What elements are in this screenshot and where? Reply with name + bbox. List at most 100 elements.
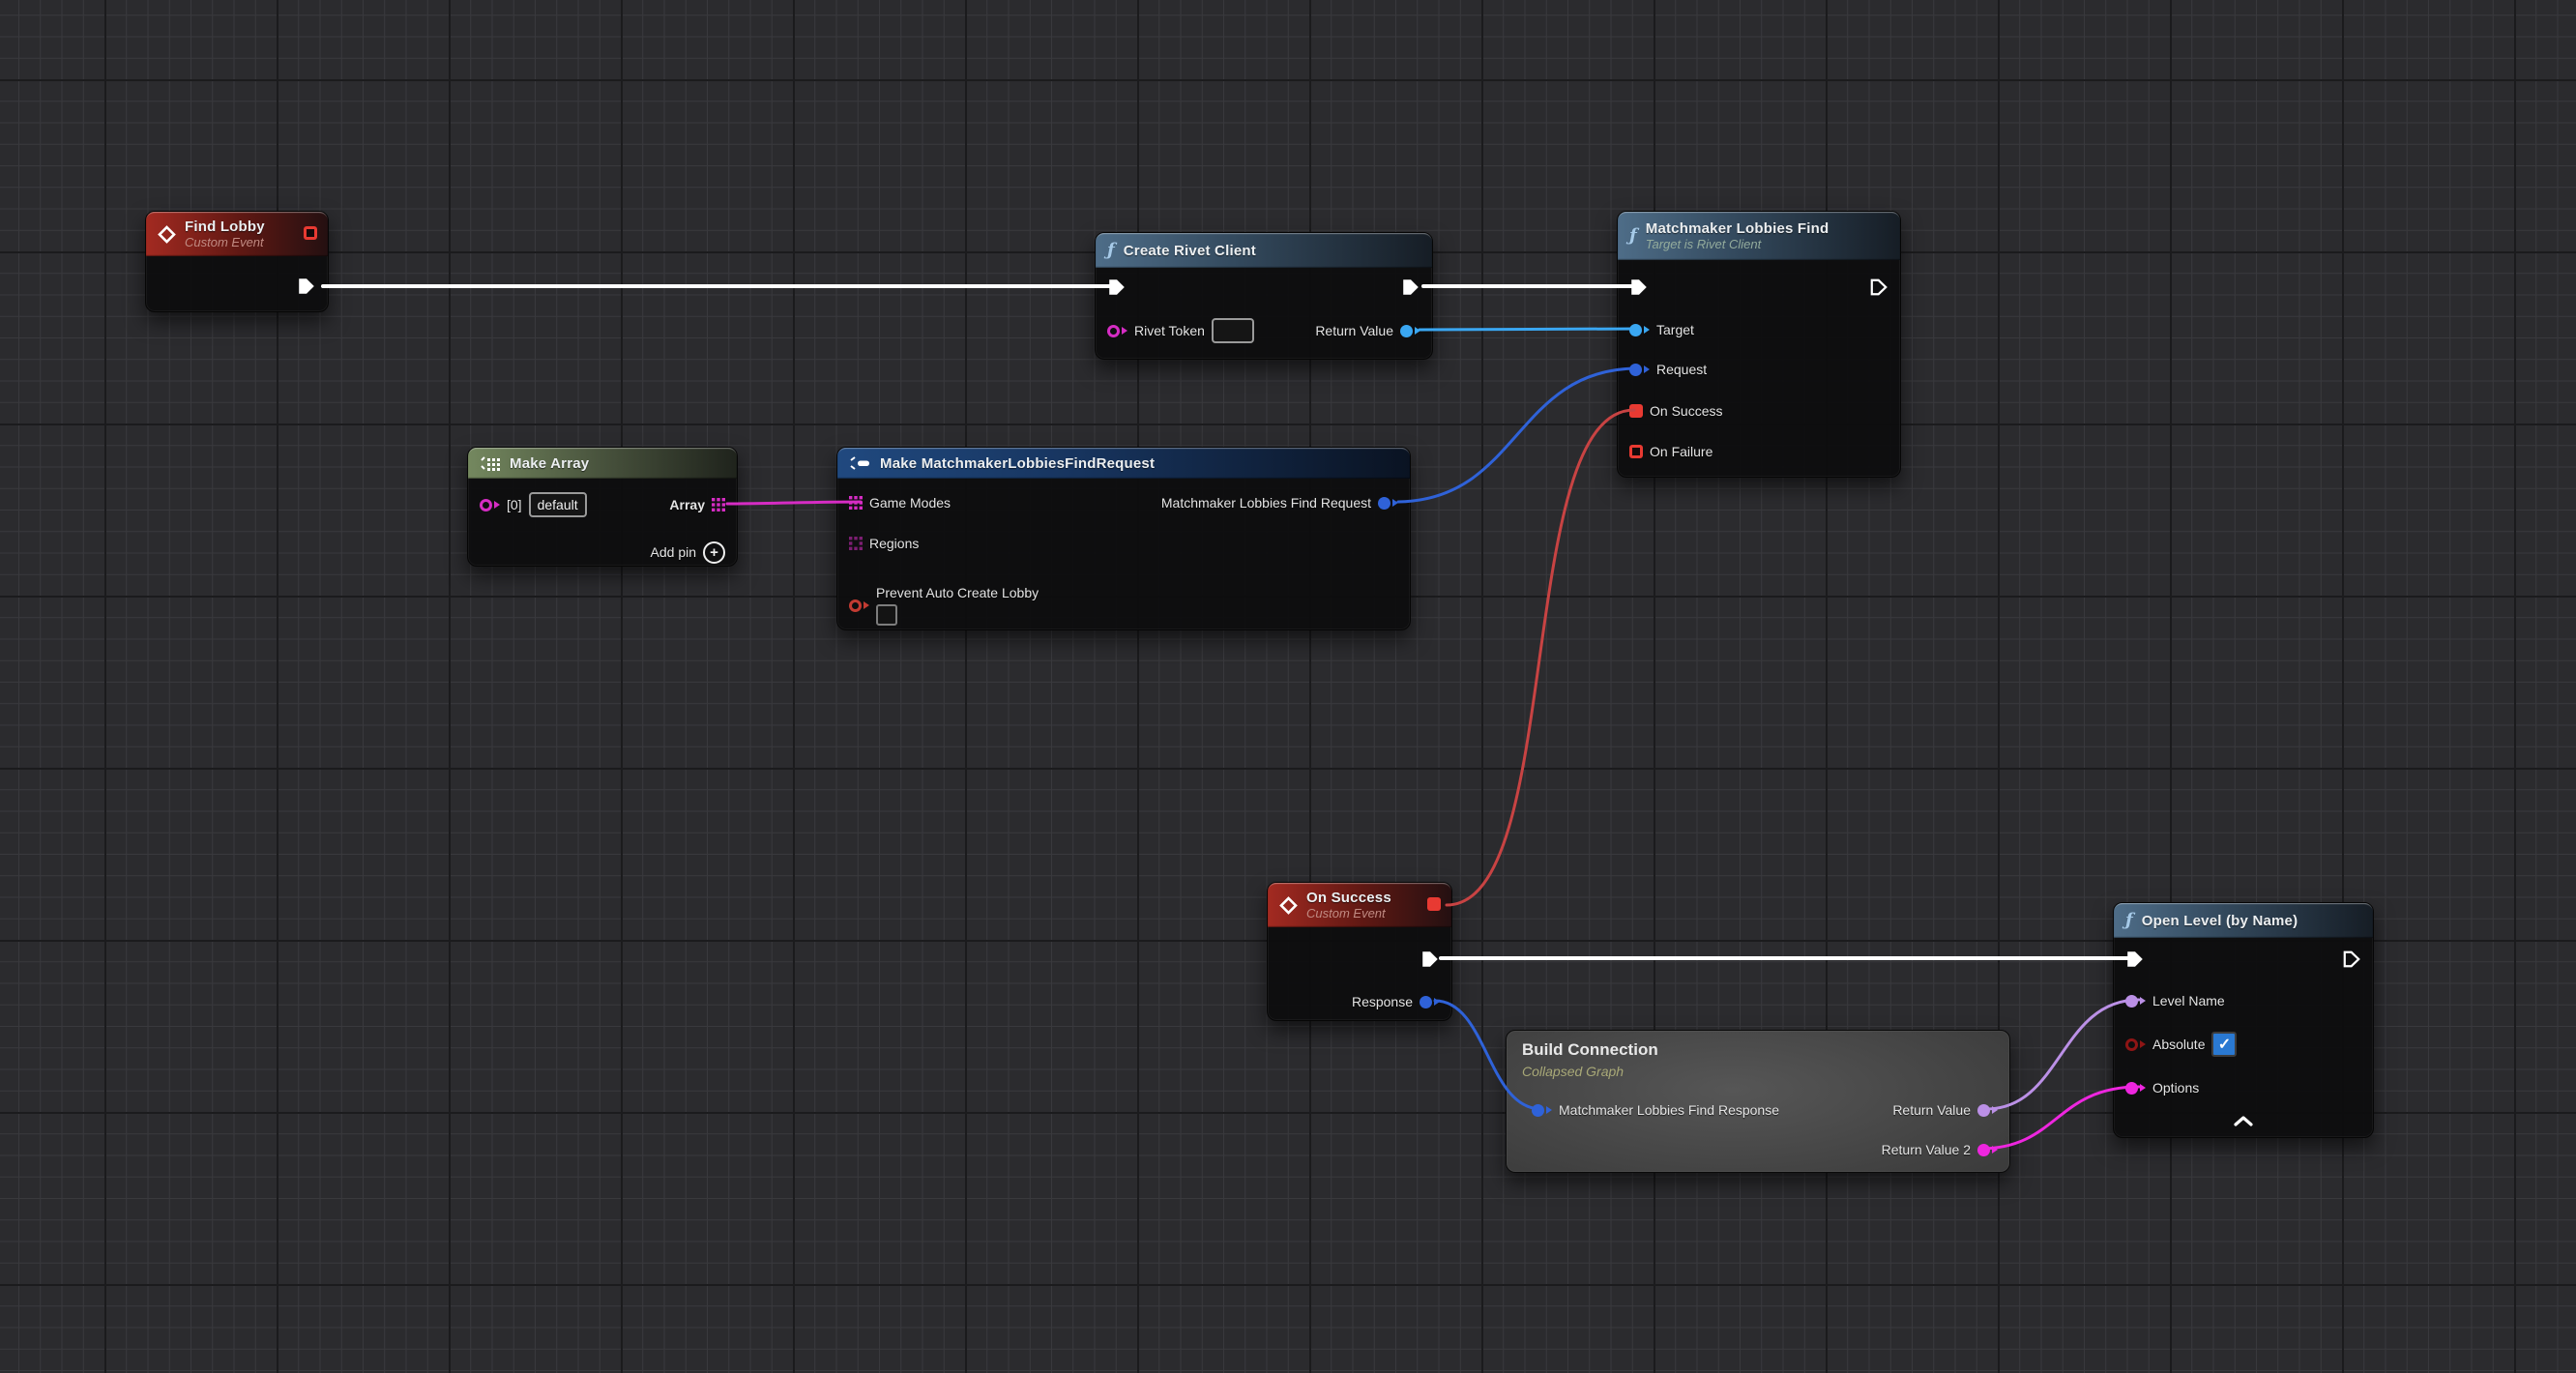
find-request-out-pin[interactable]: [1378, 497, 1398, 510]
custom-event-icon: [1279, 896, 1298, 915]
exec-in-row: [1107, 273, 1127, 302]
exec-out-row: [2342, 945, 2361, 974]
pin-row-level-name: Level Name: [2125, 986, 2225, 1015]
node-matchmaker-lobbies-find[interactable]: ƒ Matchmaker Lobbies Find Target is Rive…: [1617, 211, 1901, 478]
pin-label: Prevent Auto Create Lobby: [876, 585, 1039, 600]
exec-in-pin[interactable]: [1107, 278, 1127, 297]
target-pin[interactable]: [1629, 324, 1650, 336]
exec-out-pin[interactable]: [297, 277, 316, 296]
node-create-rivet-client[interactable]: ƒ Create Rivet Client Rivet Token Return…: [1095, 232, 1433, 360]
pin-label: Array: [669, 497, 705, 512]
node-title: Find Lobby: [185, 219, 265, 235]
node-title: Build Connection: [1522, 1040, 1658, 1060]
pin-label: Regions: [869, 536, 919, 551]
exec-in-row: [2125, 945, 2145, 974]
pin-label: Return Value: [1315, 323, 1393, 338]
node-build-connection[interactable]: Build Connection Collapsed Graph Matchma…: [1506, 1030, 2010, 1173]
pin-row-options: Options: [2125, 1073, 2199, 1102]
array-out-pin[interactable]: [712, 498, 725, 511]
pin-label: Request: [1656, 362, 1707, 377]
return-value-pin[interactable]: [1977, 1104, 1998, 1117]
return-value-2-pin[interactable]: [1977, 1144, 1998, 1156]
wire-delegate-to-onsuccess: [1447, 410, 1634, 905]
exec-out-row: [1420, 945, 1440, 974]
absolute-checkbox[interactable]: ✓: [2211, 1032, 2237, 1057]
node-title: On Success: [1306, 890, 1391, 906]
pin-label: Absolute: [2152, 1037, 2205, 1052]
pin-row-return-value: Return Value: [1892, 1095, 1998, 1125]
pin-label: [0]: [507, 497, 522, 512]
level-name-pin[interactable]: [2125, 995, 2146, 1008]
exec-out-pin[interactable]: [1420, 949, 1440, 969]
add-pin-row: Add pin +: [651, 538, 725, 567]
node-make-array[interactable]: Make Array [0] default Array Add pin +: [467, 447, 738, 567]
pin-row-return-value-2: Return Value 2: [1882, 1135, 1998, 1164]
prevent-auto-create-lobby-checkbox[interactable]: [876, 604, 897, 626]
exec-in-pin[interactable]: [2125, 949, 2145, 969]
regions-pin[interactable]: [849, 537, 863, 550]
custom-event-icon: [158, 225, 176, 244]
pin-row-on-failure: On Failure: [1629, 437, 1712, 466]
on-failure-pin[interactable]: [1629, 445, 1643, 458]
node-make-matchmakerlobbiesfindrequest[interactable]: Make MatchmakerLobbiesFindRequest Game M…: [836, 447, 1411, 630]
make-struct-icon: [849, 455, 871, 471]
function-icon: ƒ: [1107, 242, 1115, 259]
rivet-token-pin[interactable]: [1107, 325, 1127, 337]
pin-row-response-in: Matchmaker Lobbies Find Response: [1532, 1095, 1779, 1125]
collapse-pins-chevron-icon[interactable]: [2233, 1114, 2254, 1131]
delegate-pin[interactable]: [1427, 897, 1441, 911]
pin-row-return-value: Return Value: [1315, 316, 1420, 345]
exec-out-pin[interactable]: [2342, 949, 2361, 969]
pin-label: Matchmaker Lobbies Find Request: [1161, 495, 1371, 511]
function-icon: ƒ: [2125, 912, 2133, 929]
array-elem0-pin[interactable]: [480, 499, 500, 511]
exec-out-row: [1869, 273, 1888, 302]
pin-label: Return Value: [1892, 1102, 1971, 1118]
node-title: Make Array: [510, 455, 589, 472]
pin-label: On Success: [1650, 403, 1722, 419]
add-pin-button[interactable]: +: [703, 541, 725, 564]
pin-row-response: Response: [1352, 987, 1440, 1016]
add-pin-label: Add pin: [651, 544, 696, 560]
exec-out-pin[interactable]: [1401, 278, 1420, 297]
pin-label: Target: [1656, 322, 1694, 337]
response-pin[interactable]: [1420, 996, 1440, 1008]
request-pin[interactable]: [1629, 364, 1650, 376]
exec-out-row: [297, 272, 316, 301]
pin-row-request: Request: [1629, 355, 1707, 384]
absolute-pin[interactable]: [2125, 1038, 2146, 1051]
pin-row-elem0: [0] default: [480, 490, 587, 519]
pin-label: Return Value 2: [1882, 1142, 1971, 1157]
node-title: Create Rivet Client: [1124, 243, 1256, 259]
node-title: Matchmaker Lobbies Find: [1646, 220, 1830, 237]
delegate-pin[interactable]: [304, 226, 317, 240]
pin-label: Matchmaker Lobbies Find Response: [1559, 1102, 1779, 1118]
pin-row-absolute: Absolute ✓: [2125, 1030, 2237, 1059]
pin-label: Response: [1352, 994, 1413, 1009]
return-value-pin[interactable]: [1400, 325, 1420, 337]
game-modes-pin[interactable]: [849, 496, 863, 510]
function-icon: ƒ: [1629, 227, 1637, 245]
make-array-icon: [480, 455, 501, 471]
pin-row-array-out: Array: [669, 490, 725, 519]
exec-out-pin[interactable]: [1869, 278, 1888, 297]
rivet-token-input[interactable]: [1212, 318, 1254, 343]
node-subtitle: Custom Event: [1306, 906, 1391, 920]
exec-in-pin[interactable]: [1629, 278, 1649, 297]
node-on-success-event[interactable]: On Success Custom Event Response: [1267, 882, 1452, 1021]
node-open-level[interactable]: ƒ Open Level (by Name) Level Name Absolu…: [2113, 902, 2374, 1138]
wire-layer: [0, 0, 2576, 1373]
node-find-lobby[interactable]: Find Lobby Custom Event: [145, 211, 329, 312]
pin-label: Options: [2152, 1080, 2199, 1095]
pin-label: Rivet Token: [1134, 323, 1205, 338]
pin-label: On Failure: [1650, 444, 1712, 459]
response-in-pin[interactable]: [1532, 1104, 1552, 1117]
blueprint-graph-canvas[interactable]: Find Lobby Custom Event ƒ Create Rivet C…: [0, 0, 2576, 1373]
node-subtitle: Target is Rivet Client: [1646, 237, 1830, 251]
pin-label: Game Modes: [869, 495, 951, 511]
prevent-auto-create-lobby-pin[interactable]: [849, 599, 869, 612]
options-pin[interactable]: [2125, 1082, 2146, 1095]
array-elem0-input[interactable]: default: [529, 492, 587, 517]
on-success-pin[interactable]: [1629, 404, 1643, 418]
pin-row-rivet-token: Rivet Token: [1107, 316, 1254, 345]
